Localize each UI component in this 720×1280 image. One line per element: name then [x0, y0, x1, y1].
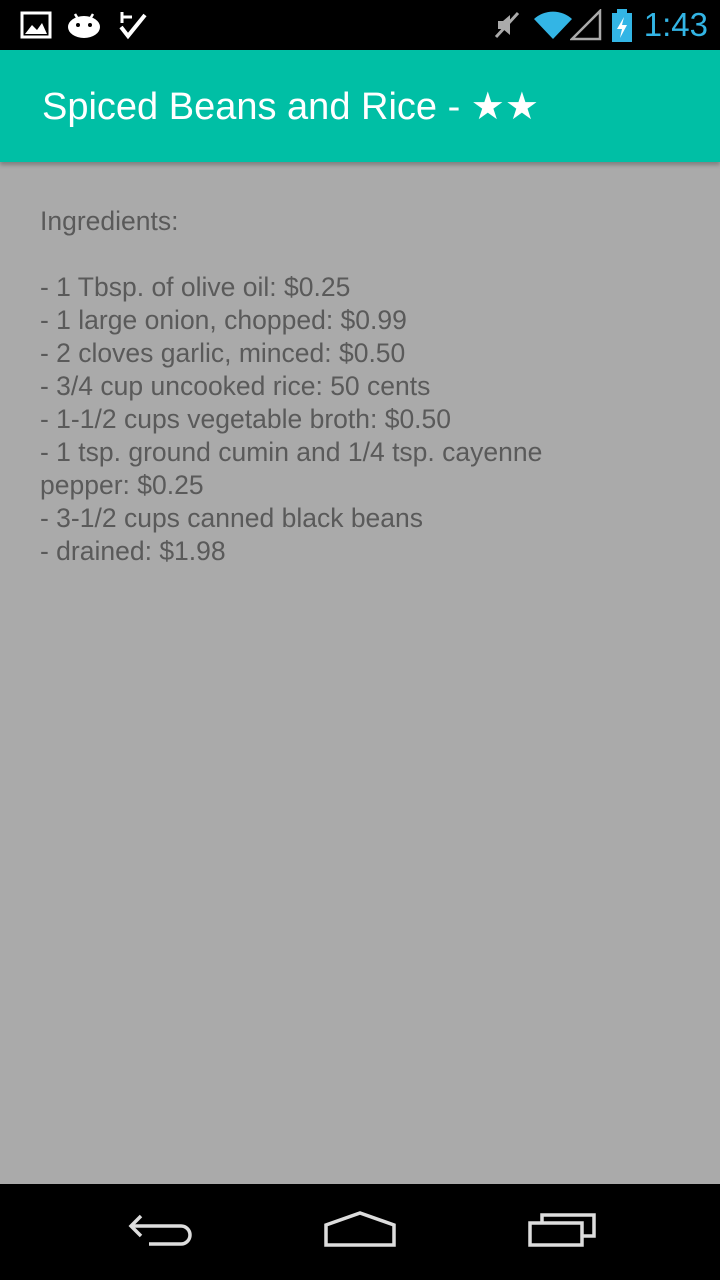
home-button[interactable] — [290, 1184, 430, 1280]
ingredient-line: - 1-1/2 cups vegetable broth: $0.50 — [40, 404, 452, 434]
checklist-icon — [118, 9, 148, 41]
status-bar: 1:43 — [0, 0, 720, 50]
battery-charging-icon — [610, 9, 634, 42]
ingredient-line: - 3-1/2 cups canned black beans — [40, 503, 424, 533]
recent-apps-icon — [526, 1210, 598, 1255]
ingredient-line: - 2 cloves garlic, minced: $0.50 — [40, 338, 406, 368]
recent-apps-button[interactable] — [492, 1184, 632, 1280]
back-button[interactable] — [90, 1184, 230, 1280]
android-icon — [66, 9, 102, 41]
status-clock: 1:43 — [643, 6, 708, 43]
recipe-content: Ingredients: - 1 Tbsp. of olive oil: $0.… — [40, 205, 680, 568]
signal-icon — [568, 7, 602, 41]
wifi-icon — [532, 9, 574, 41]
ingredient-line: - 1 large onion, chopped: $0.99 — [40, 305, 407, 335]
ingredient-line: - 1 tsp. ground cumin and 1/4 tsp. cayen… — [40, 437, 543, 500]
back-icon — [125, 1210, 195, 1255]
page-title: Spiced Beans and Rice - ★★ — [42, 86, 539, 128]
navigation-bar — [0, 1184, 720, 1280]
ingredients-heading: Ingredients: — [40, 206, 179, 236]
ingredient-line: - 1 Tbsp. of olive oil: $0.25 — [40, 272, 351, 302]
gallery-icon — [20, 9, 52, 41]
ingredient-line: - drained: $1.98 — [40, 536, 226, 566]
muted-icon — [492, 9, 522, 41]
home-icon — [322, 1210, 398, 1255]
ingredient-line: - 3/4 cup uncooked rice: 50 cents — [40, 371, 431, 401]
app-bar: Spiced Beans and Rice - ★★ — [0, 50, 720, 162]
screen: 1:43 Spiced Beans and Rice - ★★ Ingredie… — [0, 0, 720, 1280]
